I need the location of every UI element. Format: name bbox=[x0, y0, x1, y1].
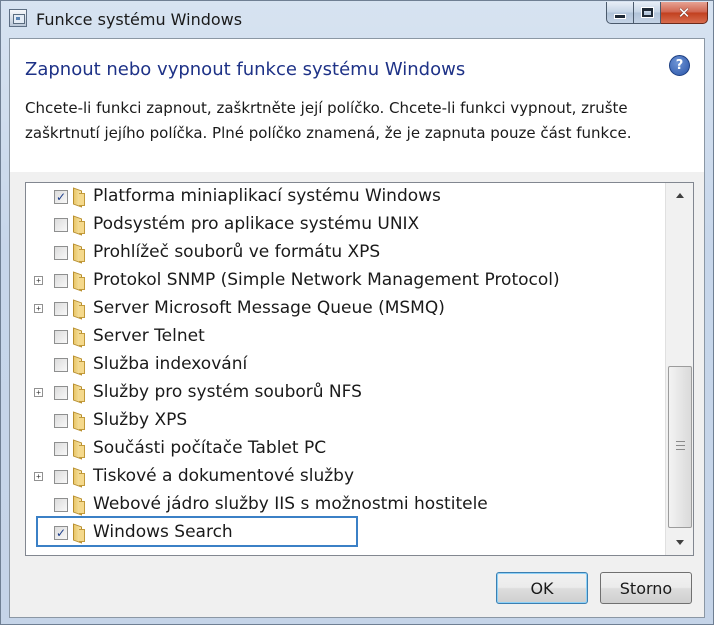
minimize-icon bbox=[614, 14, 626, 19]
description-text: Chcete-li funkci zapnout, zaškrtněte jej… bbox=[25, 99, 632, 142]
tree-item[interactable]: + Server Microsoft Message Queue (MSMQ) bbox=[26, 295, 666, 323]
feature-label: Server Microsoft Message Queue (MSMQ) bbox=[93, 298, 445, 318]
vertical-scrollbar[interactable] bbox=[665, 183, 693, 555]
minimize-button[interactable] bbox=[606, 2, 634, 24]
maximize-icon bbox=[640, 7, 654, 18]
title-bar[interactable]: Funkce systému Windows ✕ bbox=[1, 1, 713, 37]
feature-checkbox[interactable] bbox=[54, 302, 68, 316]
feature-checkbox[interactable] bbox=[54, 498, 68, 512]
folder-icon bbox=[72, 357, 86, 374]
feature-checkbox[interactable] bbox=[54, 414, 68, 428]
feature-checkbox[interactable] bbox=[54, 218, 68, 232]
tree-item[interactable]: + Protokol SNMP (Simple Network Managemen… bbox=[26, 267, 666, 295]
folder-icon bbox=[72, 497, 86, 514]
feature-checkbox[interactable] bbox=[54, 246, 68, 260]
feature-label: Služby XPS bbox=[93, 410, 188, 430]
tree-item[interactable]: Webové jádro služby IIS s možnostmi host… bbox=[26, 491, 666, 519]
folder-icon bbox=[72, 217, 86, 234]
feature-checkbox[interactable] bbox=[54, 330, 68, 344]
feature-checkbox[interactable] bbox=[54, 358, 68, 372]
folder-icon bbox=[72, 413, 86, 430]
feature-label: Protokol SNMP (Simple Network Management… bbox=[93, 270, 560, 290]
feature-checkbox[interactable] bbox=[54, 470, 68, 484]
folder-icon bbox=[72, 385, 86, 402]
ok-button[interactable]: OK bbox=[496, 572, 588, 604]
feature-checkbox[interactable]: ✓ bbox=[54, 190, 68, 204]
cancel-button[interactable]: Storno bbox=[600, 572, 692, 604]
window-title: Funkce systému Windows bbox=[36, 10, 243, 29]
folder-icon bbox=[72, 329, 86, 346]
header-panel: Zapnout nebo vypnout funkce systému Wind… bbox=[10, 39, 704, 172]
feature-checkbox[interactable] bbox=[54, 386, 68, 400]
close-icon: ✕ bbox=[677, 3, 691, 22]
tree-item[interactable]: Prohlížeč souborů ve formátu XPS bbox=[26, 239, 666, 267]
maximize-button[interactable] bbox=[634, 2, 661, 24]
feature-label: Server Telnet bbox=[93, 326, 205, 346]
folder-icon bbox=[72, 441, 86, 458]
focus-rectangle bbox=[36, 516, 358, 547]
tree-item[interactable]: Služby XPS bbox=[26, 407, 666, 435]
feature-label: Služby pro systém souborů NFS bbox=[93, 382, 362, 402]
expand-icon[interactable]: + bbox=[34, 388, 43, 397]
dialog-window: Funkce systému Windows ✕ Zapnout nebo vy… bbox=[0, 0, 714, 625]
tree-item[interactable]: + Tiskové a dokumentové služby bbox=[26, 463, 666, 491]
feature-label: Podsystém pro aplikace systému UNIX bbox=[93, 214, 420, 234]
tree-item[interactable]: Služba indexování bbox=[26, 351, 666, 379]
feature-label: Prohlížeč souborů ve formátu XPS bbox=[93, 242, 381, 262]
close-button[interactable]: ✕ bbox=[661, 2, 708, 24]
folder-icon bbox=[72, 469, 86, 486]
feature-label: Služba indexování bbox=[93, 354, 248, 374]
tree-item[interactable]: Podsystém pro aplikace systému UNIX bbox=[26, 211, 666, 239]
scroll-up-button[interactable] bbox=[667, 183, 692, 208]
dialog-content: Zapnout nebo vypnout funkce systému Wind… bbox=[9, 38, 705, 618]
arrow-up-icon bbox=[675, 193, 684, 198]
expand-icon[interactable]: + bbox=[34, 304, 43, 313]
feature-label: Součásti počítače Tablet PC bbox=[93, 438, 327, 458]
expand-icon[interactable]: + bbox=[34, 276, 43, 285]
feature-label: Platforma miniaplikací systému Windows bbox=[93, 186, 441, 206]
tree-item[interactable]: ✓ Platforma miniaplikací systému Windows bbox=[26, 183, 666, 211]
feature-label: Tiskové a dokumentové služby bbox=[93, 466, 355, 486]
tree-item[interactable]: Server Telnet bbox=[26, 323, 666, 351]
expand-icon[interactable]: + bbox=[34, 472, 43, 481]
folder-icon bbox=[72, 301, 86, 318]
scroll-thumb[interactable] bbox=[668, 366, 692, 528]
help-icon[interactable]: ? bbox=[669, 55, 690, 76]
windows-features-icon bbox=[9, 9, 27, 27]
folder-icon bbox=[72, 273, 86, 290]
page-title: Zapnout nebo vypnout funkce systému Wind… bbox=[25, 59, 466, 80]
feature-label: Webové jádro služby IIS s možnostmi host… bbox=[93, 494, 488, 514]
folder-icon bbox=[72, 189, 86, 206]
window-controls: ✕ bbox=[606, 2, 708, 24]
features-tree[interactable]: ✓ Platforma miniaplikací systému Windows P… bbox=[25, 182, 694, 556]
grip-icon bbox=[676, 441, 685, 450]
folder-icon bbox=[72, 245, 86, 262]
tree-item[interactable]: + Služby pro systém souborů NFS bbox=[26, 379, 666, 407]
arrow-down-icon bbox=[675, 540, 684, 545]
scroll-down-button[interactable] bbox=[667, 530, 692, 555]
feature-checkbox[interactable] bbox=[54, 442, 68, 456]
tree-item[interactable]: Součásti počítače Tablet PC bbox=[26, 435, 666, 463]
feature-checkbox[interactable] bbox=[54, 274, 68, 288]
